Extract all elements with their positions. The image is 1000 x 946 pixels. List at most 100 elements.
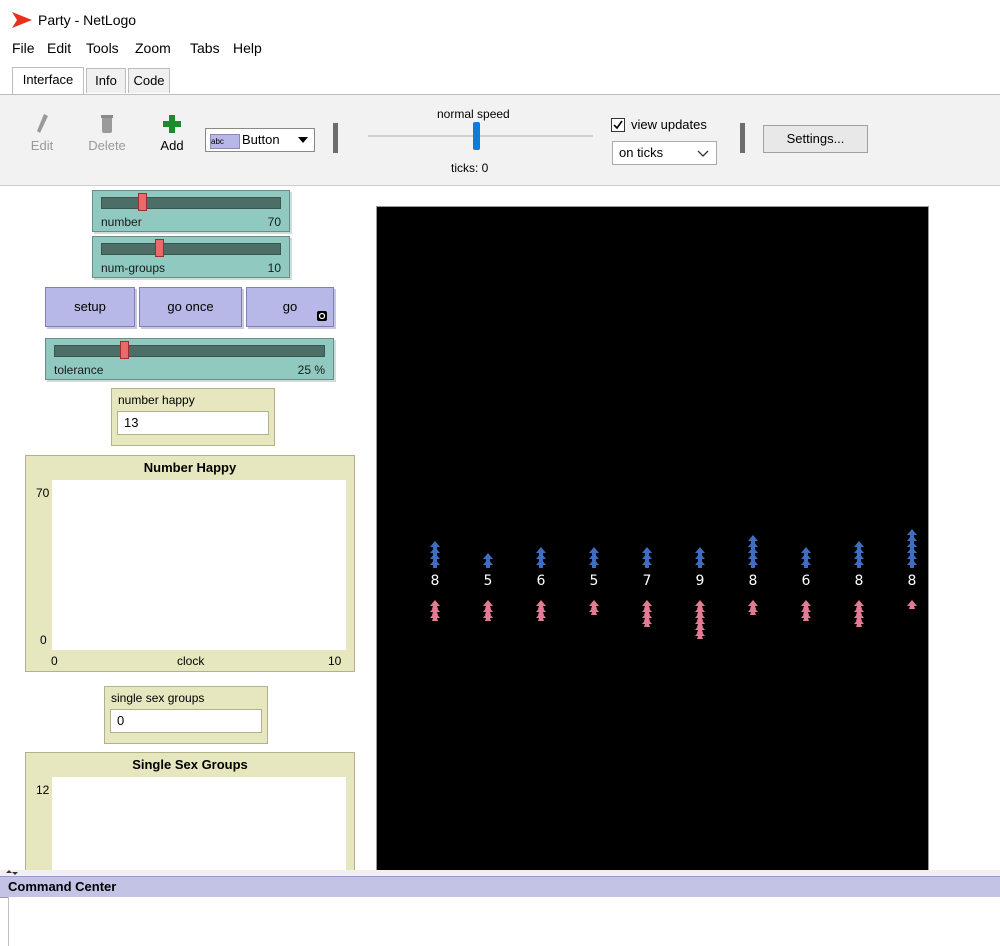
woman-turtle	[801, 612, 811, 621]
chevron-down-icon	[298, 137, 308, 143]
monitor-label: single sex groups	[111, 691, 205, 705]
plot-area	[52, 777, 346, 877]
party-group: 7	[642, 547, 652, 627]
monitor-value: 0	[110, 709, 262, 733]
command-center-title: Command Center	[8, 879, 117, 894]
slider-track[interactable]	[101, 197, 281, 209]
single-sex-groups-plot[interactable]: Single Sex Groups 12	[25, 752, 355, 877]
num-groups-slider[interactable]: num-groups 10	[92, 236, 290, 278]
woman-turtle	[695, 630, 705, 639]
y-axis-max: 70	[36, 486, 50, 500]
woman-turtle	[642, 618, 652, 627]
woman-turtle	[748, 606, 758, 615]
slider-track[interactable]	[101, 243, 281, 255]
tab-info[interactable]: Info	[86, 68, 126, 93]
woman-turtle	[483, 612, 493, 621]
world-view[interactable]: 8 5 6 5 7 9 8 6 8 8	[376, 206, 929, 873]
group-count-label: 5	[590, 573, 599, 589]
pencil-icon	[37, 114, 48, 133]
number-slider[interactable]: number 70	[92, 190, 290, 232]
chevron-down-icon	[697, 150, 709, 157]
group-count-label: 7	[643, 573, 652, 589]
slider-knob[interactable]	[155, 239, 164, 257]
woman-turtle	[430, 612, 440, 621]
single-sex-groups-monitor[interactable]: single sex groups 0	[104, 686, 268, 744]
update-mode-value: on ticks	[619, 145, 664, 160]
slider-label: tolerance	[54, 363, 104, 377]
man-turtle	[854, 541, 864, 550]
group-count-label: 8	[908, 573, 917, 589]
netlogo-logo-icon	[12, 12, 32, 28]
man-turtle	[907, 529, 917, 538]
plus-icon	[163, 115, 181, 133]
slider-knob[interactable]	[120, 341, 129, 359]
menu-tools[interactable]: Tools	[86, 40, 119, 56]
number-happy-monitor[interactable]: number happy 13	[111, 388, 275, 446]
menu-help[interactable]: Help	[233, 40, 262, 56]
party-group: 8	[907, 529, 917, 609]
menu-tabs[interactable]: Tabs	[190, 40, 220, 56]
party-group: 9	[695, 547, 705, 639]
slider-track[interactable]	[54, 345, 325, 357]
title-bar: Party - NetLogo	[0, 0, 1000, 36]
ticks-counter: ticks: 0	[451, 161, 489, 175]
toolbar-separator	[740, 123, 745, 153]
add-label: Add	[160, 138, 184, 153]
woman-turtle	[589, 606, 599, 615]
plot-area	[52, 480, 346, 650]
delete-label: Delete	[88, 138, 126, 153]
slider-knob[interactable]	[138, 193, 147, 211]
man-turtle	[483, 553, 493, 562]
setup-button[interactable]: setup	[45, 287, 135, 327]
speed-label: normal speed	[437, 107, 510, 121]
speed-slider-track[interactable]	[368, 135, 593, 137]
speed-slider-thumb[interactable]	[473, 122, 480, 150]
party-group: 8	[748, 535, 758, 615]
party-group: 5	[589, 547, 599, 615]
go-button[interactable]: go	[246, 287, 334, 327]
menu-bar: File Edit Tools Zoom Tabs Help	[0, 38, 1000, 60]
update-mode-dropdown[interactable]: on ticks	[612, 141, 717, 165]
y-axis-max: 12	[36, 783, 50, 797]
menu-zoom[interactable]: Zoom	[135, 40, 171, 56]
slider-label: num-groups	[101, 261, 166, 275]
toolbar: Edit Delete Add abc Button normal speed …	[0, 95, 1000, 186]
forever-loop-icon	[317, 311, 327, 321]
view-updates-label: view updates	[631, 117, 707, 132]
delete-button[interactable]: Delete	[82, 113, 132, 153]
tab-code[interactable]: Code	[128, 68, 170, 93]
group-count-label: 9	[696, 573, 705, 589]
slider-label: number	[101, 215, 142, 229]
x-axis-max: 10	[328, 654, 342, 668]
group-count-label: 5	[484, 573, 493, 589]
group-count-label: 6	[537, 573, 546, 589]
man-turtle	[536, 547, 546, 556]
widget-type-dropdown[interactable]: abc Button	[205, 128, 315, 152]
plot-title: Number Happy	[143, 460, 237, 475]
checkmark-icon	[613, 120, 623, 130]
add-button[interactable]: Add	[152, 113, 192, 153]
monitor-value: 13	[117, 411, 269, 435]
edit-button[interactable]: Edit	[22, 113, 62, 153]
number-happy-plot[interactable]: Number Happy 70 0 0 clock 10	[25, 455, 355, 672]
party-group: 6	[536, 547, 546, 621]
woman-turtle	[854, 618, 864, 627]
toolbar-separator	[333, 123, 338, 153]
slider-value: 70	[267, 215, 281, 229]
view-updates-checkbox[interactable]	[611, 118, 625, 132]
window-title: Party - NetLogo	[38, 12, 137, 28]
man-turtle	[801, 547, 811, 556]
settings-button[interactable]: Settings...	[763, 125, 868, 153]
tab-interface[interactable]: Interface	[12, 67, 84, 94]
y-axis-min: 0	[40, 633, 47, 647]
world-canvas: 8 5 6 5 7 9 8 6 8 8	[430, 529, 917, 639]
man-turtle	[430, 541, 440, 550]
tolerance-slider[interactable]: tolerance 25 %	[45, 338, 334, 380]
command-center-output[interactable]	[8, 897, 1000, 946]
menu-edit[interactable]: Edit	[47, 40, 71, 56]
command-center-header: Command Center	[0, 876, 1000, 898]
widget-button-icon: abc	[210, 134, 240, 149]
menu-file[interactable]: File	[12, 40, 35, 56]
go-once-button[interactable]: go once	[139, 287, 242, 327]
group-count-label: 6	[802, 573, 811, 589]
